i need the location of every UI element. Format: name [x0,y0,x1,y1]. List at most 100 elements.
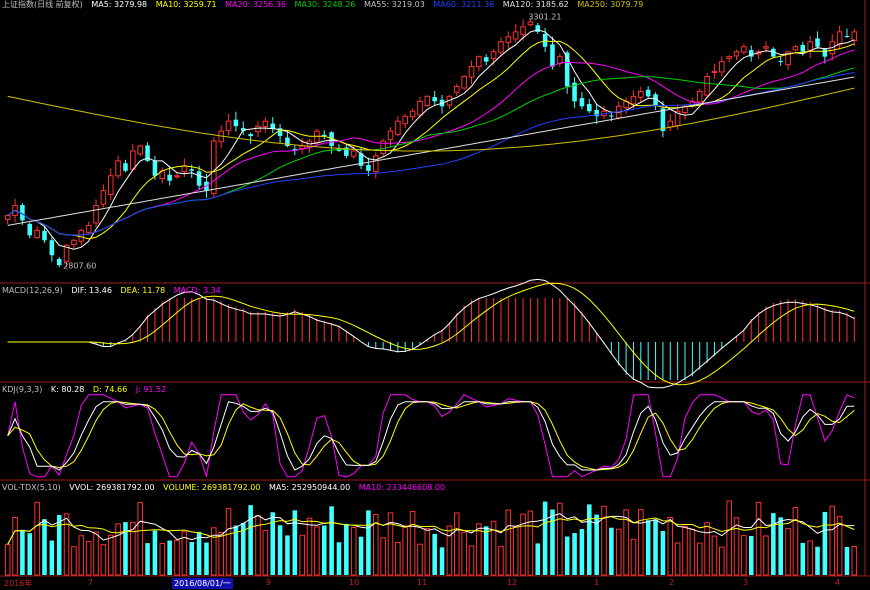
volume-bar [402,525,409,576]
volume-bar [719,546,725,576]
candle-body [719,61,725,73]
candle-body [520,26,526,35]
volume-bar [417,543,423,576]
ma55-label: MA55: 3219.03 [363,0,425,9]
vol-header: VOL-TDX(5,10) VVOL: 269381792.00 VOLUME:… [2,483,451,493]
candle-body [417,100,423,116]
volume-bar [711,535,718,576]
volume-bar [498,546,504,576]
candle-body [49,240,55,256]
candle-body [741,46,747,53]
volume-bar [145,543,150,575]
volume-bar [829,505,836,576]
volume-bar [587,504,592,575]
volume-bar [225,508,232,576]
volume-bar [20,529,25,575]
candle-body [56,258,62,266]
low-annotation: 2807.60 [63,261,96,270]
volume-bar [763,535,769,576]
high-annotation: 3301.21 [528,12,561,21]
volume-bar [366,510,371,575]
candle-body [395,120,401,135]
volume-bar [748,535,754,575]
candle-body [587,104,592,112]
xaxis-label: 1 [594,578,600,587]
volume-bar [800,542,806,575]
volume-bar [630,538,637,576]
ma20-line [7,49,855,236]
volume-bar [255,514,261,576]
candle-body [366,164,371,171]
ma250-line [7,87,855,152]
volume-bar [579,529,585,575]
candle-body [123,163,128,171]
volume-bar [115,523,121,576]
candle-body [851,31,858,42]
volume-bar [512,526,519,576]
vol-vvol: VVOL: 269381792.00 [69,483,155,492]
candle-body [836,31,843,46]
volume-bar [71,546,77,576]
kdj-j-line [7,394,855,478]
volume-bar [689,528,696,576]
volume-bar [601,505,607,576]
ma5-line [7,29,855,250]
ma20-label: MA20: 3256.36 [225,0,286,9]
volume-bar [336,542,342,575]
volume-bar [844,546,850,575]
volume-bar [34,501,40,576]
volume-bar [380,537,386,576]
kdj-header: KDJ(9,3,3) K: 80.28 D: 74.66 J: 91.52 [2,385,172,395]
volume-bar [350,526,357,576]
volume-bar [726,500,732,576]
volume-bar [56,515,62,575]
candle-body [270,123,275,129]
candle-body [152,161,158,176]
ma10-label: MA10: 3259.71 [155,0,217,9]
candle-body [704,76,710,96]
volume-bar [741,535,747,576]
ma30-label: MA30: 3248.26 [294,0,356,9]
candle-body [844,35,850,37]
volume-bar [4,543,11,576]
xaxis-label: 4 [835,578,841,587]
volume-bar [572,533,577,575]
volume-bar [822,511,828,575]
candle-body [373,155,379,173]
xaxis-label: 12 [507,578,518,587]
candle-body [550,44,555,67]
candle-body [93,205,99,224]
volume-bar [461,531,467,576]
candle-body [248,134,253,137]
candle-body [174,175,180,178]
candle-body [137,145,143,155]
volume-bar [815,546,820,575]
macd-dif: DIF: 13.46 [71,286,112,295]
volume-bar [344,523,349,575]
volume-bar [174,539,180,576]
candle-body [476,56,482,68]
candle-body [387,130,394,141]
volume-bar [107,534,114,576]
candle-body [822,49,828,57]
candle-body [85,224,92,233]
kdj-k-line [7,401,855,471]
candle-body [660,108,666,132]
candle-body [42,230,47,241]
volume-bar [851,545,858,576]
volume-bar [807,540,813,576]
vol-ma10: MA10: 233446608.00 [358,483,446,492]
ma250-label: MA250: 3079.79 [577,0,644,9]
candle-body [609,115,614,117]
candle-body [483,57,489,62]
volume-bar [660,530,666,575]
xaxis-label: 7 [88,578,94,587]
volume-bar [550,509,555,575]
volume-bar [27,533,33,575]
candle-body [71,239,77,245]
candle-body [490,51,497,60]
macd-value: MACD: 3.34 [173,286,221,295]
volume-bar [93,531,99,576]
candle-body [255,125,261,133]
candle-body [34,229,40,239]
